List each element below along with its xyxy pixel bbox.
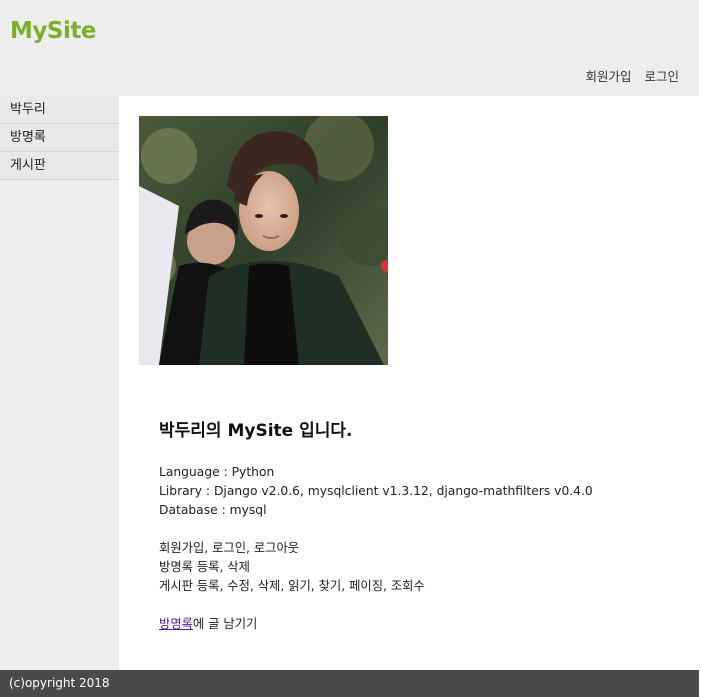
guestbook-cta-text: 에 글 남기기: [192, 617, 258, 631]
database-info: Database : mysql: [159, 503, 267, 517]
login-link[interactable]: 로그인: [644, 69, 679, 84]
site-header: MySite 회원가입 로그인: [0, 0, 699, 96]
join-link[interactable]: 회원가입: [585, 69, 631, 84]
sidebar: 박두리 방명록 게시판: [0, 96, 119, 670]
copyright-text: (c)opyright 2018: [9, 676, 110, 690]
user-nav: 회원가입 로그인: [576, 66, 679, 85]
guestbook-link[interactable]: 방명록: [159, 617, 193, 631]
sidebar-item-profile[interactable]: 박두리: [0, 96, 119, 124]
feature-line: 회원가입, 로그인, 로그아웃: [159, 541, 300, 555]
page-title: 박두리의 MySite 입니다.: [159, 421, 353, 441]
language-info: Language : Python: [159, 465, 275, 479]
profile-photo: [139, 116, 388, 365]
main-content: 박두리의 MySite 입니다. Language : Python Libra…: [119, 96, 699, 670]
feature-line: 게시판 등록, 수정, 삭제, 읽기, 찾기, 페이징, 조회수: [159, 579, 425, 593]
sidebar-item-guestbook[interactable]: 방명록: [0, 124, 119, 152]
intro-section: 박두리의 MySite 입니다. Language : Python Libra…: [159, 416, 679, 634]
guestbook-cta: 방명록에 글 남기기: [159, 615, 679, 634]
sidebar-item-board[interactable]: 게시판: [0, 152, 119, 180]
feature-line: 방명록 등록, 삭제: [159, 560, 250, 574]
site-footer: (c)opyright 2018: [0, 670, 699, 697]
site-logo[interactable]: MySite: [10, 18, 96, 44]
library-info: Library : Django v2.0.6, mysqlclient v1.…: [159, 484, 593, 498]
